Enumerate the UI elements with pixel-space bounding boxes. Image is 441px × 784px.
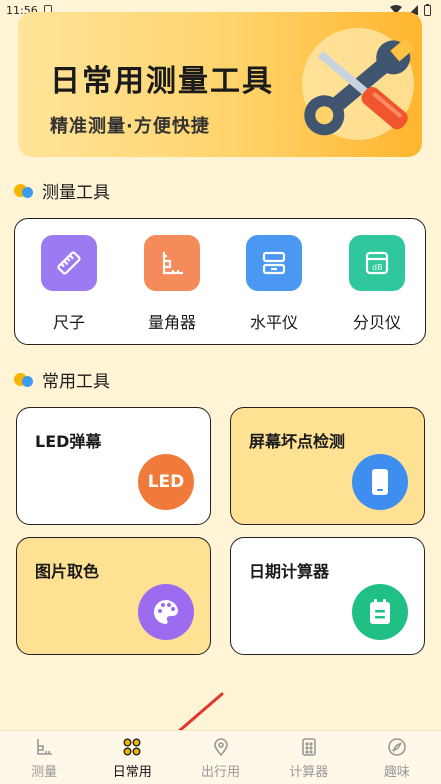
card-led-barrage[interactable]: LED弹幕 LED [16, 407, 211, 525]
section-common-label: 常用工具 [42, 372, 110, 392]
section-measure-label: 测量工具 [42, 183, 110, 203]
section-common-title: 常用工具 [14, 367, 110, 392]
tab-label: 趣味 [383, 765, 410, 780]
tool-label: 水平仪 [249, 313, 298, 332]
tab-calculator[interactable]: 计算器 [265, 731, 353, 784]
tool-protractor[interactable]: 量角器 [132, 235, 212, 333]
hero-banner[interactable]: 日常用测量工具 精准测量·方便快捷 [18, 12, 422, 157]
tab-daily[interactable]: 日常用 [88, 731, 176, 784]
rocket-tab-icon [388, 738, 406, 756]
svg-text:dB: dB [372, 263, 383, 272]
bottom-tab-bar: 测量 日常用 出行用 计算器 趣味 [0, 730, 441, 784]
card-date-calculator[interactable]: 日期计算器 [230, 537, 425, 655]
tool-ruler[interactable]: 尺子 [29, 235, 109, 333]
card-color-picker[interactable]: 图片取色 [16, 537, 211, 655]
location-tab-icon [213, 738, 228, 757]
tools-illustration [302, 28, 415, 140]
tab-travel[interactable]: 出行用 [176, 731, 264, 784]
section-dots-icon [14, 372, 36, 388]
banner-subtitle: 精准测量·方便快捷 [50, 116, 210, 137]
section-dots-icon [14, 183, 36, 199]
led-icon: LED [138, 454, 194, 510]
tab-label: 出行用 [201, 765, 241, 780]
ruler-icon [41, 235, 97, 291]
battery-icon [424, 4, 431, 16]
grid-tab-icon [123, 738, 141, 756]
decibel-icon: dB [349, 235, 405, 291]
calendar-icon [352, 584, 408, 640]
tab-label: 测量 [31, 765, 58, 780]
tool-label: 量角器 [147, 313, 196, 332]
tool-decibel[interactable]: dB 分贝仪 [337, 235, 417, 333]
tool-label: 分贝仪 [352, 313, 401, 332]
card-dead-pixel-test[interactable]: 屏幕坏点检测 [230, 407, 425, 525]
tab-measure[interactable]: 测量 [0, 731, 88, 784]
tab-label: 日常用 [112, 765, 152, 780]
banner-title: 日常用测量工具 [50, 64, 274, 99]
tool-label: 尺子 [52, 313, 85, 332]
card-title: 日期计算器 [249, 562, 330, 581]
tool-level[interactable]: 水平仪 [234, 235, 314, 333]
protractor-icon [144, 235, 200, 291]
level-icon [246, 235, 302, 291]
calculator-tab-icon [301, 738, 316, 756]
ruler-tab-icon [37, 739, 53, 755]
card-title: 图片取色 [35, 562, 100, 581]
tab-fun[interactable]: 趣味 [353, 731, 441, 784]
phone-icon [352, 454, 408, 510]
card-title: LED弹幕 [35, 432, 102, 451]
tab-label: 计算器 [289, 765, 329, 780]
palette-icon [138, 584, 194, 640]
card-title: 屏幕坏点检测 [249, 432, 346, 451]
led-icon-text: LED [147, 472, 185, 492]
measure-tools-card: 尺子 量角器 水平仪 dB 分贝仪 [14, 218, 426, 345]
section-measure-title: 测量工具 [14, 178, 110, 203]
